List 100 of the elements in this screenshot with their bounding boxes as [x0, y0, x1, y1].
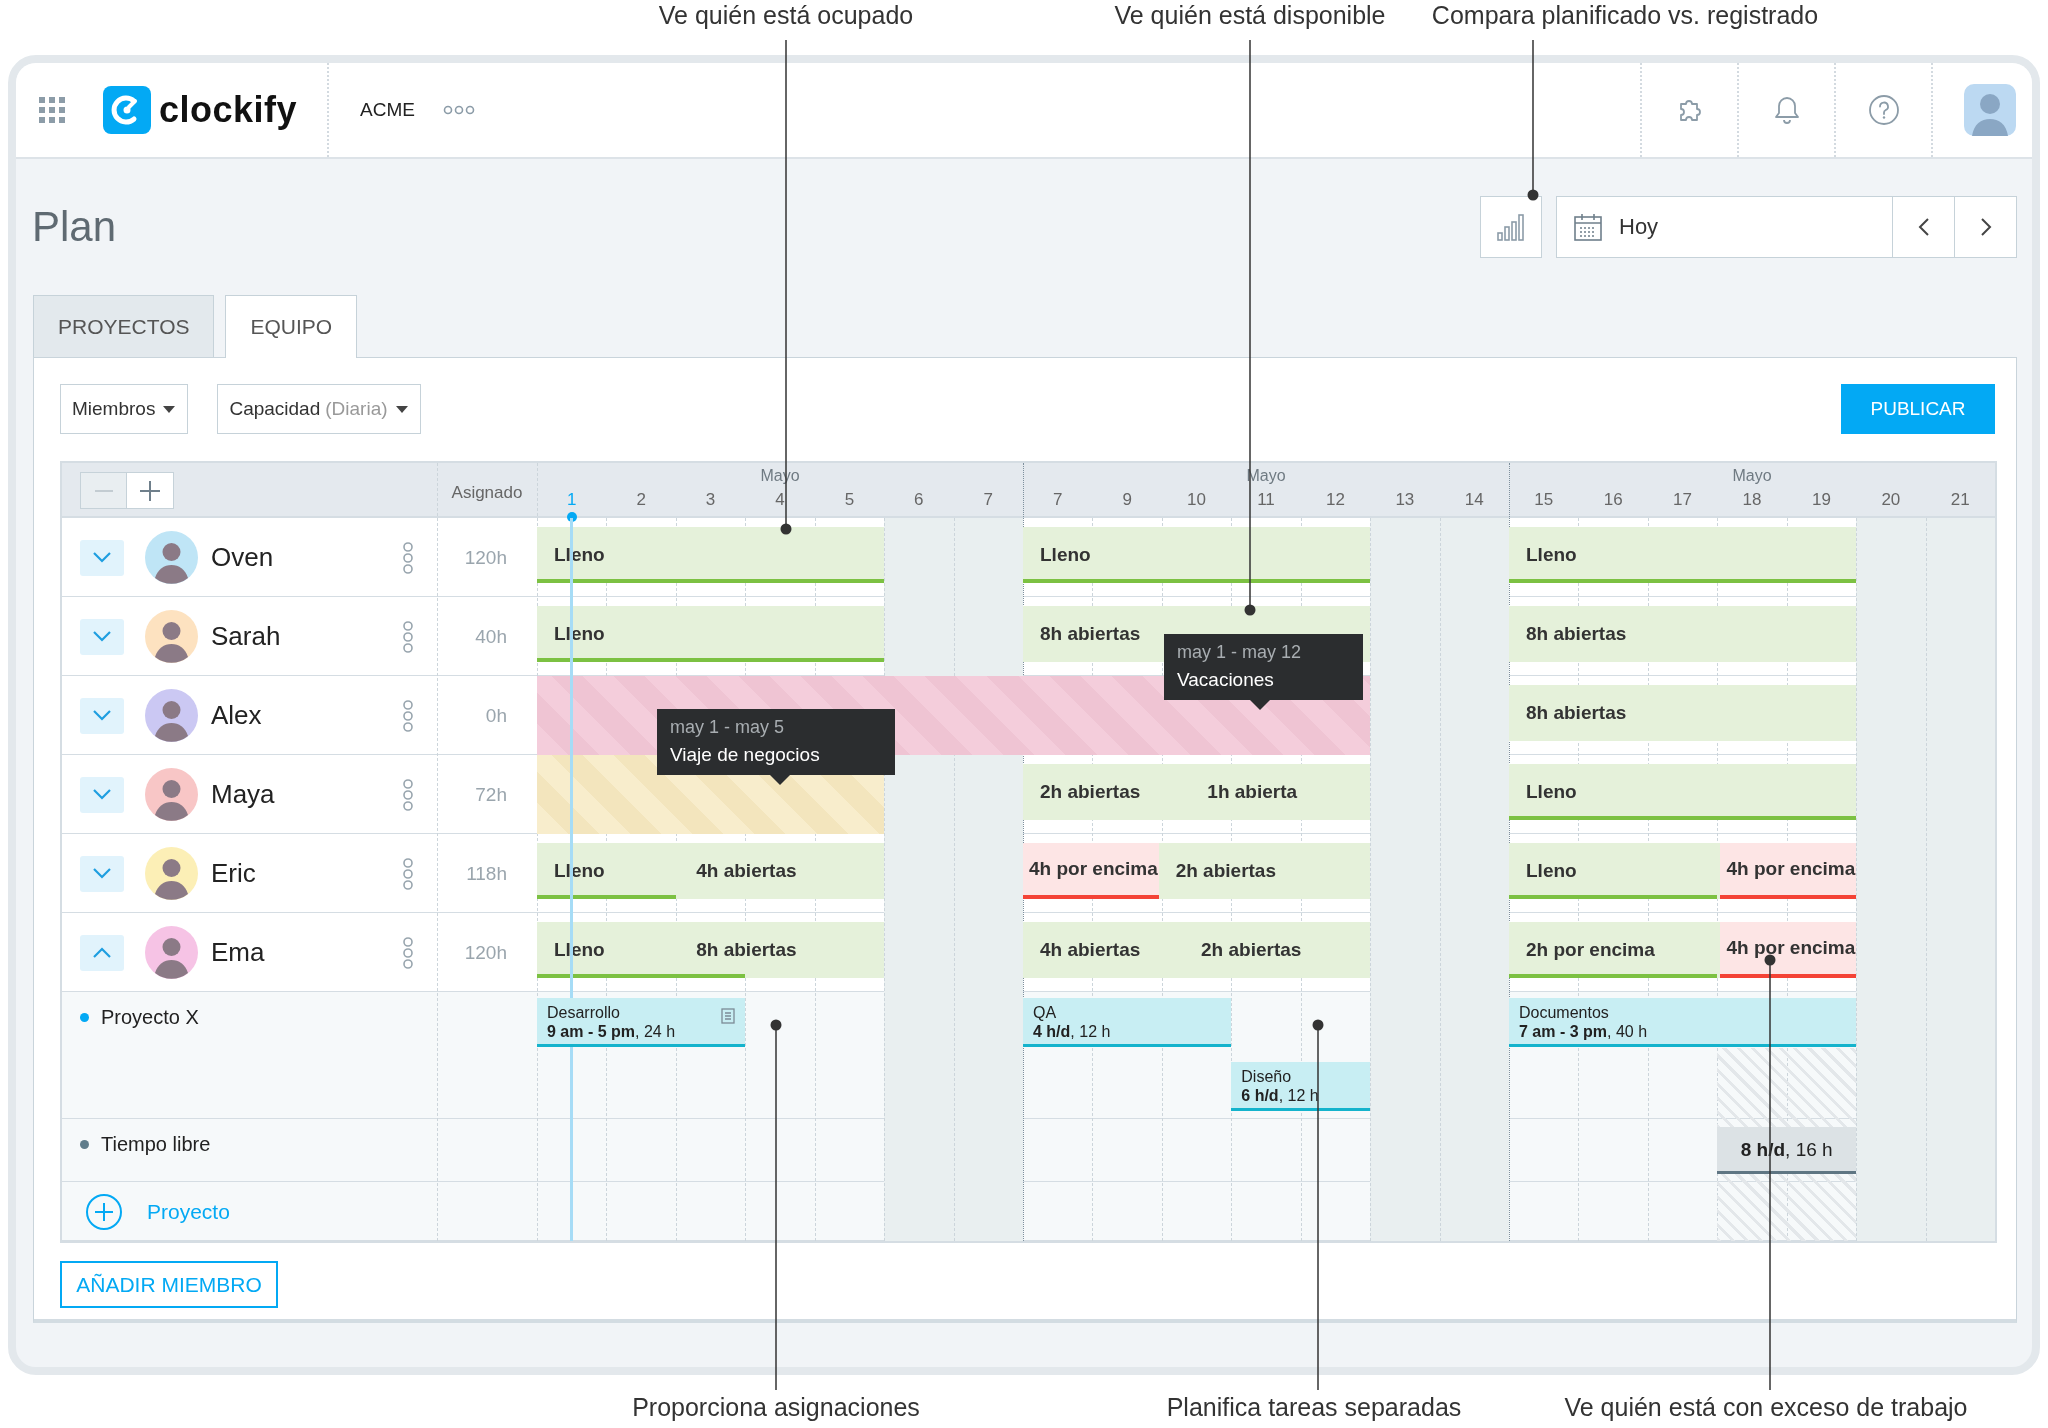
page-title: Plan [32, 203, 118, 251]
assignment-block[interactable]: QA 4 h/d, 12 h [1023, 998, 1232, 1047]
chevron-down-icon [93, 868, 111, 879]
report-button[interactable] [1480, 196, 1542, 258]
more-icon[interactable] [443, 105, 475, 115]
capacity-label: Lleno [1040, 544, 1091, 566]
capacity-label: Lleno [554, 860, 605, 882]
day-label: 19 [1811, 490, 1831, 510]
capacity-label: Lleno [1526, 781, 1577, 803]
day-label: 18 [1742, 490, 1762, 510]
more-options-icon[interactable] [402, 541, 414, 574]
workspace-name[interactable]: ACME [360, 99, 415, 121]
note-icon [721, 1008, 736, 1024]
member-name: Maya [211, 779, 275, 810]
expand-button[interactable] [80, 539, 124, 576]
logo-icon [103, 86, 151, 134]
day-label: 13 [1395, 490, 1415, 510]
capacity-label: 1h abierta [1207, 781, 1298, 803]
tooltip-dates: may 1 - may 12 [1177, 642, 1303, 663]
capacity-label: 8h abiertas [1040, 623, 1141, 645]
callout-label: Ve quién está ocupado [658, 1, 914, 30]
assigned-hours: 120h [464, 546, 507, 569]
assigned-hours: 118h [466, 862, 507, 885]
day-label: 14 [1464, 490, 1484, 510]
caret-icon [395, 405, 408, 413]
callout-label: Planifica tareas separadas [1166, 1393, 1462, 1422]
notifications-icon[interactable] [1772, 95, 1801, 125]
avatar [145, 847, 198, 900]
plus-circle-icon [85, 1192, 123, 1231]
avatar [145, 610, 198, 663]
day-label: 17 [1673, 490, 1692, 510]
overtime-segment: 4h por encima [1720, 922, 1857, 978]
tooltip-dates: may 1 - may 5 [670, 717, 786, 738]
member-name: Sarah [211, 621, 281, 652]
capacity-label: 4h abiertas [696, 860, 797, 882]
day-label: 15 [1534, 490, 1554, 510]
day-label: 5 [844, 490, 855, 510]
day-label: 21 [1950, 490, 1970, 510]
avatar [145, 689, 198, 742]
member-name: Alex [211, 700, 262, 731]
callout-label: Proporciona asignaciones [632, 1393, 920, 1422]
tab[interactable]: EQUIPO [225, 295, 358, 358]
day-label: 7 [983, 490, 993, 510]
expand-button[interactable] [80, 776, 124, 813]
capacity-label: Lleno [1526, 544, 1577, 566]
more-options-icon[interactable] [402, 699, 414, 732]
more-options-icon[interactable] [402, 857, 414, 890]
chevron-down-icon [93, 552, 111, 563]
column-heading: Asignado [451, 482, 523, 503]
member-name: Eric [211, 858, 256, 889]
capacity-label: 2h abiertas [1175, 860, 1276, 882]
day-label: 9 [1122, 490, 1132, 510]
calendar-icon [1573, 212, 1603, 242]
capacity-label: 2h abiertas [1040, 781, 1141, 803]
chevron-up-icon [93, 947, 111, 958]
plus-icon [140, 480, 160, 501]
filter-label: Miembros [72, 398, 156, 420]
capacity-label: 2h por encima [1526, 939, 1655, 961]
capacity-label: Lleno [554, 623, 605, 645]
assigned-hours: 40h [475, 625, 507, 648]
filter-dropdown[interactable]: Miembros [60, 384, 189, 434]
assignment-detail: 4 h/d, 12 h [1033, 1022, 1111, 1041]
logo-text: clockify [159, 89, 298, 131]
capacity-label: Lleno [554, 939, 605, 961]
day-label: 16 [1603, 490, 1623, 510]
tooltip-title: Vacaciones [1177, 669, 1275, 691]
day-label: 7 [1052, 490, 1063, 510]
chevron-down-icon [93, 789, 111, 800]
filter-label: Capacidad [229, 398, 321, 420]
assignment-block[interactable]: Documentos 7 am - 3 pm, 40 h [1509, 998, 1857, 1047]
capacity-label: 4h abiertas [1040, 939, 1141, 961]
assignment-block[interactable]: Desarrollo 9 am - 5 pm, 24 h [537, 998, 746, 1047]
help-icon[interactable] [1867, 94, 1900, 126]
more-options-icon[interactable] [402, 620, 414, 653]
user-avatar[interactable] [1964, 84, 2016, 136]
capacity-label: Lleno [554, 544, 605, 566]
overtime-segment: 4h por encima [1023, 843, 1159, 899]
chevron-left-icon [1917, 217, 1930, 237]
expand-button[interactable] [80, 618, 124, 655]
capacity-label: 2h abiertas [1201, 939, 1302, 961]
expand-button[interactable] [80, 934, 124, 971]
expand-button[interactable] [80, 697, 124, 734]
expand-button[interactable] [80, 855, 124, 892]
row-label: Proyecto X [101, 1006, 199, 1029]
more-options-icon[interactable] [402, 936, 414, 969]
day-label: 12 [1325, 490, 1345, 510]
day-label: 4 [775, 490, 785, 510]
callout-label: Ve quién está con exceso de trabajo [1564, 1393, 1968, 1422]
minus-icon [94, 489, 113, 492]
apps-menu-icon[interactable] [39, 97, 65, 123]
filter-dropdown[interactable]: Capacidad (Diaria) [217, 384, 421, 434]
assigned-hours: 0h [485, 704, 507, 727]
assigned-hours: 72h [475, 783, 507, 806]
tab[interactable]: PROYECTOS [33, 295, 215, 357]
more-options-icon[interactable] [402, 778, 414, 811]
assigned-hours: 120h [464, 941, 507, 964]
day-label: 2 [636, 490, 646, 510]
zoom-in-button[interactable] [127, 472, 174, 509]
callout-label: Compara planificado vs. registrado [1431, 1, 1819, 30]
day-label: 1 [566, 490, 577, 510]
